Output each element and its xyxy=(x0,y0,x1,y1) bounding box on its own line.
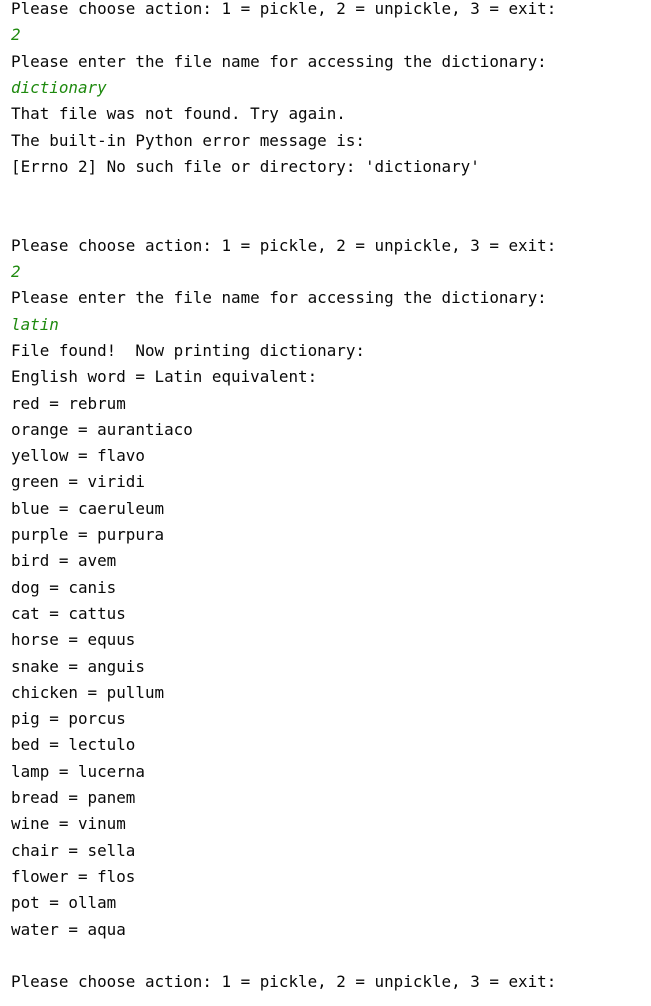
output-line: bed = lectulo xyxy=(11,735,136,755)
output-line: pig = porcus xyxy=(11,709,126,729)
output-line: That file was not found. Try again. xyxy=(11,104,346,124)
output-line: horse = equus xyxy=(11,630,136,650)
output-line: Please enter the file name for accessing… xyxy=(11,288,547,308)
output-line: yellow = flavo xyxy=(11,446,145,466)
output-line: English word = Latin equivalent: xyxy=(11,367,318,387)
user-input-line: latin xyxy=(11,314,59,334)
user-input-line: dictionary xyxy=(11,77,107,97)
output-line: water = aqua xyxy=(11,919,126,939)
output-line: [Errno 2] No such file or directory: 'di… xyxy=(11,156,480,176)
output-line: The built-in Python error message is: xyxy=(11,130,365,150)
output-line: blue = caeruleum xyxy=(11,498,165,518)
output-line: Please choose action: 1 = pickle, 2 = un… xyxy=(11,235,557,255)
output-line: cat = cattus xyxy=(11,603,126,623)
output-line: chair = sella xyxy=(11,840,136,860)
output-line: Please choose action: 1 = pickle, 2 = un… xyxy=(11,0,557,18)
output-line: purple = purpura xyxy=(11,525,165,544)
output-line: pot = ollam xyxy=(11,893,117,913)
output-line: dog = canis xyxy=(11,577,117,597)
user-input-line: 2 xyxy=(11,262,21,281)
output-line: flower = flos xyxy=(11,866,136,886)
output-line: orange = aurantiaco xyxy=(11,419,193,439)
output-line: bread = panem xyxy=(11,788,136,807)
output-line: bird = avem xyxy=(11,551,117,571)
output-line: File found! Now printing dictionary: xyxy=(11,340,365,360)
output-line: chicken = pullum xyxy=(11,682,165,702)
output-line: wine = vinum xyxy=(11,814,126,834)
output-line: red = rebrum xyxy=(11,393,126,413)
output-line: green = viridi xyxy=(11,472,145,492)
console-output[interactable]: Please choose action: 1 = pickle, 2 = un… xyxy=(0,0,651,1006)
output-line: lamp = lucerna xyxy=(11,761,145,781)
output-line: snake = anguis xyxy=(11,656,145,676)
output-line: Please choose action: 1 = pickle, 2 = un… xyxy=(11,972,557,992)
user-input-line: 2 xyxy=(11,25,21,45)
output-line: Please enter the file name for accessing… xyxy=(11,51,547,71)
